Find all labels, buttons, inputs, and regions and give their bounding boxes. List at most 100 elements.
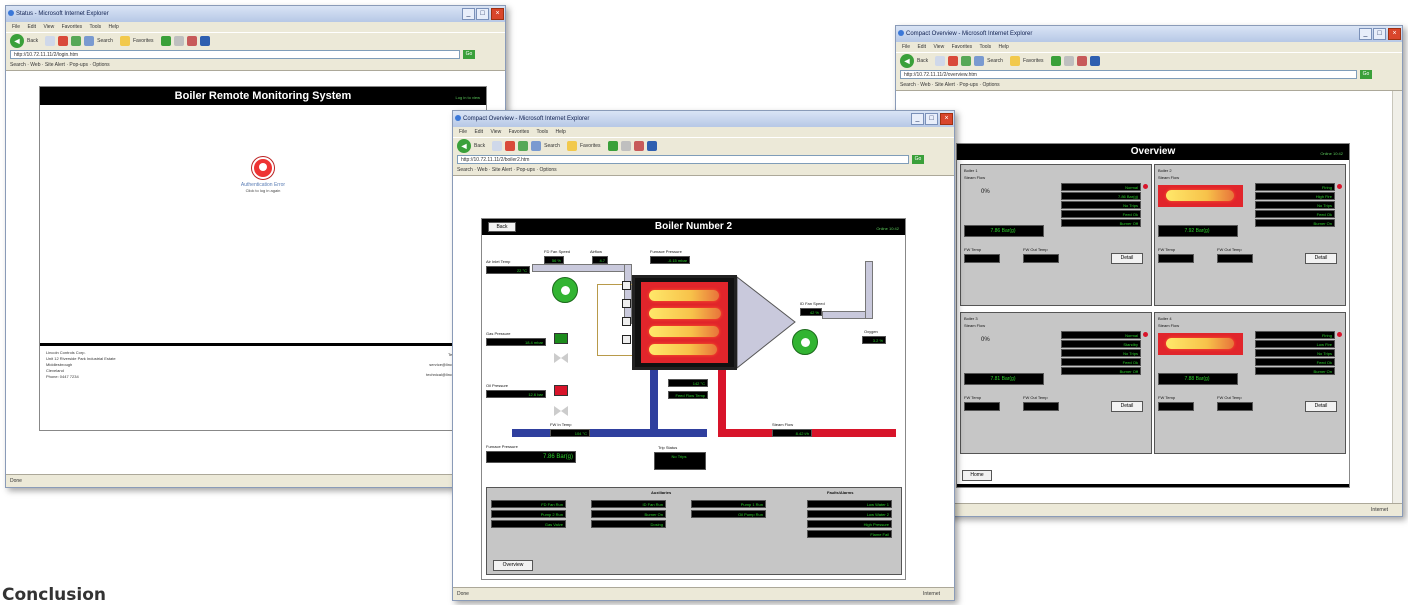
mail-icon[interactable] <box>173 35 184 46</box>
favorites-icon[interactable] <box>1009 55 1020 66</box>
links-bar[interactable]: Search · Web · Site Alert · Pop-ups · Op… <box>453 165 954 176</box>
fw-out-value <box>1023 402 1059 411</box>
steam-flow-label: Steam Flow <box>772 422 794 427</box>
messenger-icon[interactable] <box>1089 55 1100 66</box>
back-icon[interactable]: ◄ <box>10 33 24 48</box>
alert-sub: Click to log in again <box>245 188 281 193</box>
status-text: Done <box>457 591 469 597</box>
gas-valve-icon[interactable] <box>554 353 561 363</box>
forward-icon[interactable] <box>935 55 946 66</box>
print-icon[interactable] <box>1076 55 1087 66</box>
status-lcd: Burner On <box>1255 367 1335 375</box>
minimize-button[interactable]: _ <box>911 113 924 125</box>
status-lcd: Feed Ok <box>1255 358 1335 366</box>
refresh-icon[interactable] <box>518 140 529 151</box>
aux-status-lcd: Pump 2 Run <box>491 510 566 518</box>
address-input[interactable]: http://10.72.11.11/2/login.htm <box>10 49 460 59</box>
media-icon[interactable] <box>1050 55 1061 66</box>
gas-pressure-value: 18.4 mbar <box>486 338 546 346</box>
maximize-button[interactable]: □ <box>1373 28 1386 40</box>
favorites-label[interactable]: Favorites <box>1023 58 1044 64</box>
home-icon[interactable] <box>974 55 985 66</box>
menu-bar[interactable]: File Edit View Favorites Tools Help <box>896 42 1402 52</box>
back-icon[interactable]: ◄ <box>900 53 914 68</box>
overview-button[interactable]: Overview <box>493 560 533 571</box>
close-button[interactable]: × <box>491 8 504 20</box>
mail-icon[interactable] <box>1063 55 1074 66</box>
favorites-icon[interactable] <box>119 35 130 46</box>
steam-flow-value: 8.42 t/h <box>772 429 812 437</box>
status-zone: Internet <box>1371 507 1388 513</box>
boiler-summary-panel: Boiler 4 Steam Flow Firing Low Fire No Trips… <box>1154 312 1346 454</box>
stop-icon[interactable] <box>58 35 69 46</box>
back-label[interactable]: Back <box>27 38 38 44</box>
favorites-icon[interactable] <box>566 140 577 151</box>
steam-flow-label: Steam Flow <box>964 323 986 328</box>
back-icon[interactable]: ◄ <box>457 138 471 153</box>
home-button[interactable]: Home <box>962 470 992 481</box>
footer-line: Phone: 0447 7234 <box>46 374 79 379</box>
detail-button[interactable]: Detail <box>1111 253 1143 264</box>
links-bar[interactable]: Search · Web · Site Alert · Pop-ups · Op… <box>6 60 505 71</box>
search-label[interactable]: Search <box>544 143 560 149</box>
burner-port <box>622 281 631 290</box>
links-bar[interactable]: Search · Web · Site Alert · Pop-ups · Op… <box>896 80 1402 91</box>
detail-button[interactable]: Detail <box>1111 401 1143 412</box>
status-lcd: Feed Ok <box>1255 210 1335 218</box>
go-button[interactable]: Go <box>1360 69 1372 79</box>
fw-in-temp-value: 104 °C <box>550 429 590 437</box>
menu-bar[interactable]: File Edit View Favorites Tools Help <box>453 127 954 137</box>
fw-temp-label: FW Temp <box>1158 395 1176 400</box>
forward-icon[interactable] <box>45 35 56 46</box>
fw-out-value <box>1217 402 1253 411</box>
minimize-button[interactable]: _ <box>462 8 475 20</box>
status-lcd: Feed Ok <box>1061 358 1141 366</box>
forward-icon[interactable] <box>492 140 503 151</box>
print-icon[interactable] <box>633 140 644 151</box>
footer-divider <box>957 484 1349 487</box>
steam-flow-value: 0% <box>981 189 990 195</box>
boiler-summary-panel: Boiler 3 Steam Flow 0% Normal Standby No Trip… <box>960 312 1152 454</box>
back-button[interactable]: Back <box>488 222 516 232</box>
address-input[interactable]: http://10.72.11.11/2/overview.htm <box>900 69 1357 79</box>
detail-button[interactable]: Detail <box>1305 401 1337 412</box>
media-icon[interactable] <box>160 35 171 46</box>
stop-icon[interactable] <box>948 55 959 66</box>
address-input[interactable]: http://10.72.11.11/2/boiler2.htm <box>457 154 909 164</box>
search-label[interactable]: Search <box>987 58 1003 64</box>
flue-cone <box>737 276 796 369</box>
close-button[interactable]: × <box>1388 28 1401 40</box>
go-button[interactable]: Go <box>463 49 475 59</box>
detail-button[interactable]: Detail <box>1305 253 1337 264</box>
search-label[interactable]: Search <box>97 38 113 44</box>
page-header: Boiler Remote Monitoring System Log in t… <box>40 87 486 105</box>
media-icon[interactable] <box>607 140 618 151</box>
auth-alert[interactable]: Authentication Error Click to log in aga… <box>208 157 318 193</box>
go-button[interactable]: Go <box>912 154 924 164</box>
favorites-label[interactable]: Favorites <box>133 38 154 44</box>
print-icon[interactable] <box>186 35 197 46</box>
oil-valve-icon[interactable] <box>554 406 561 416</box>
fw-temp-value <box>964 254 1000 263</box>
back-label[interactable]: Back <box>474 143 485 149</box>
vertical-scrollbar[interactable] <box>1392 91 1402 503</box>
close-button[interactable]: × <box>940 113 953 125</box>
fault-status-lcd: Low Water 1 <box>807 500 892 508</box>
favorites-label[interactable]: Favorites <box>580 143 601 149</box>
feedwater-riser <box>650 367 658 437</box>
stop-icon[interactable] <box>505 140 516 151</box>
steam-riser <box>718 367 726 437</box>
maximize-button[interactable]: □ <box>925 113 938 125</box>
home-icon[interactable] <box>531 140 542 151</box>
back-label[interactable]: Back <box>917 58 928 64</box>
minimize-button[interactable]: _ <box>1359 28 1372 40</box>
menu-bar[interactable]: File Edit View Favorites Tools Help <box>6 22 505 32</box>
mail-icon[interactable] <box>620 140 631 151</box>
home-icon[interactable] <box>84 35 95 46</box>
refresh-icon[interactable] <box>961 55 972 66</box>
messenger-icon[interactable] <box>646 140 657 151</box>
maximize-button[interactable]: □ <box>476 8 489 20</box>
browser-window-login: Status - Microsoft Internet Explorer _ □… <box>5 5 506 488</box>
messenger-icon[interactable] <box>199 35 210 46</box>
refresh-icon[interactable] <box>71 35 82 46</box>
